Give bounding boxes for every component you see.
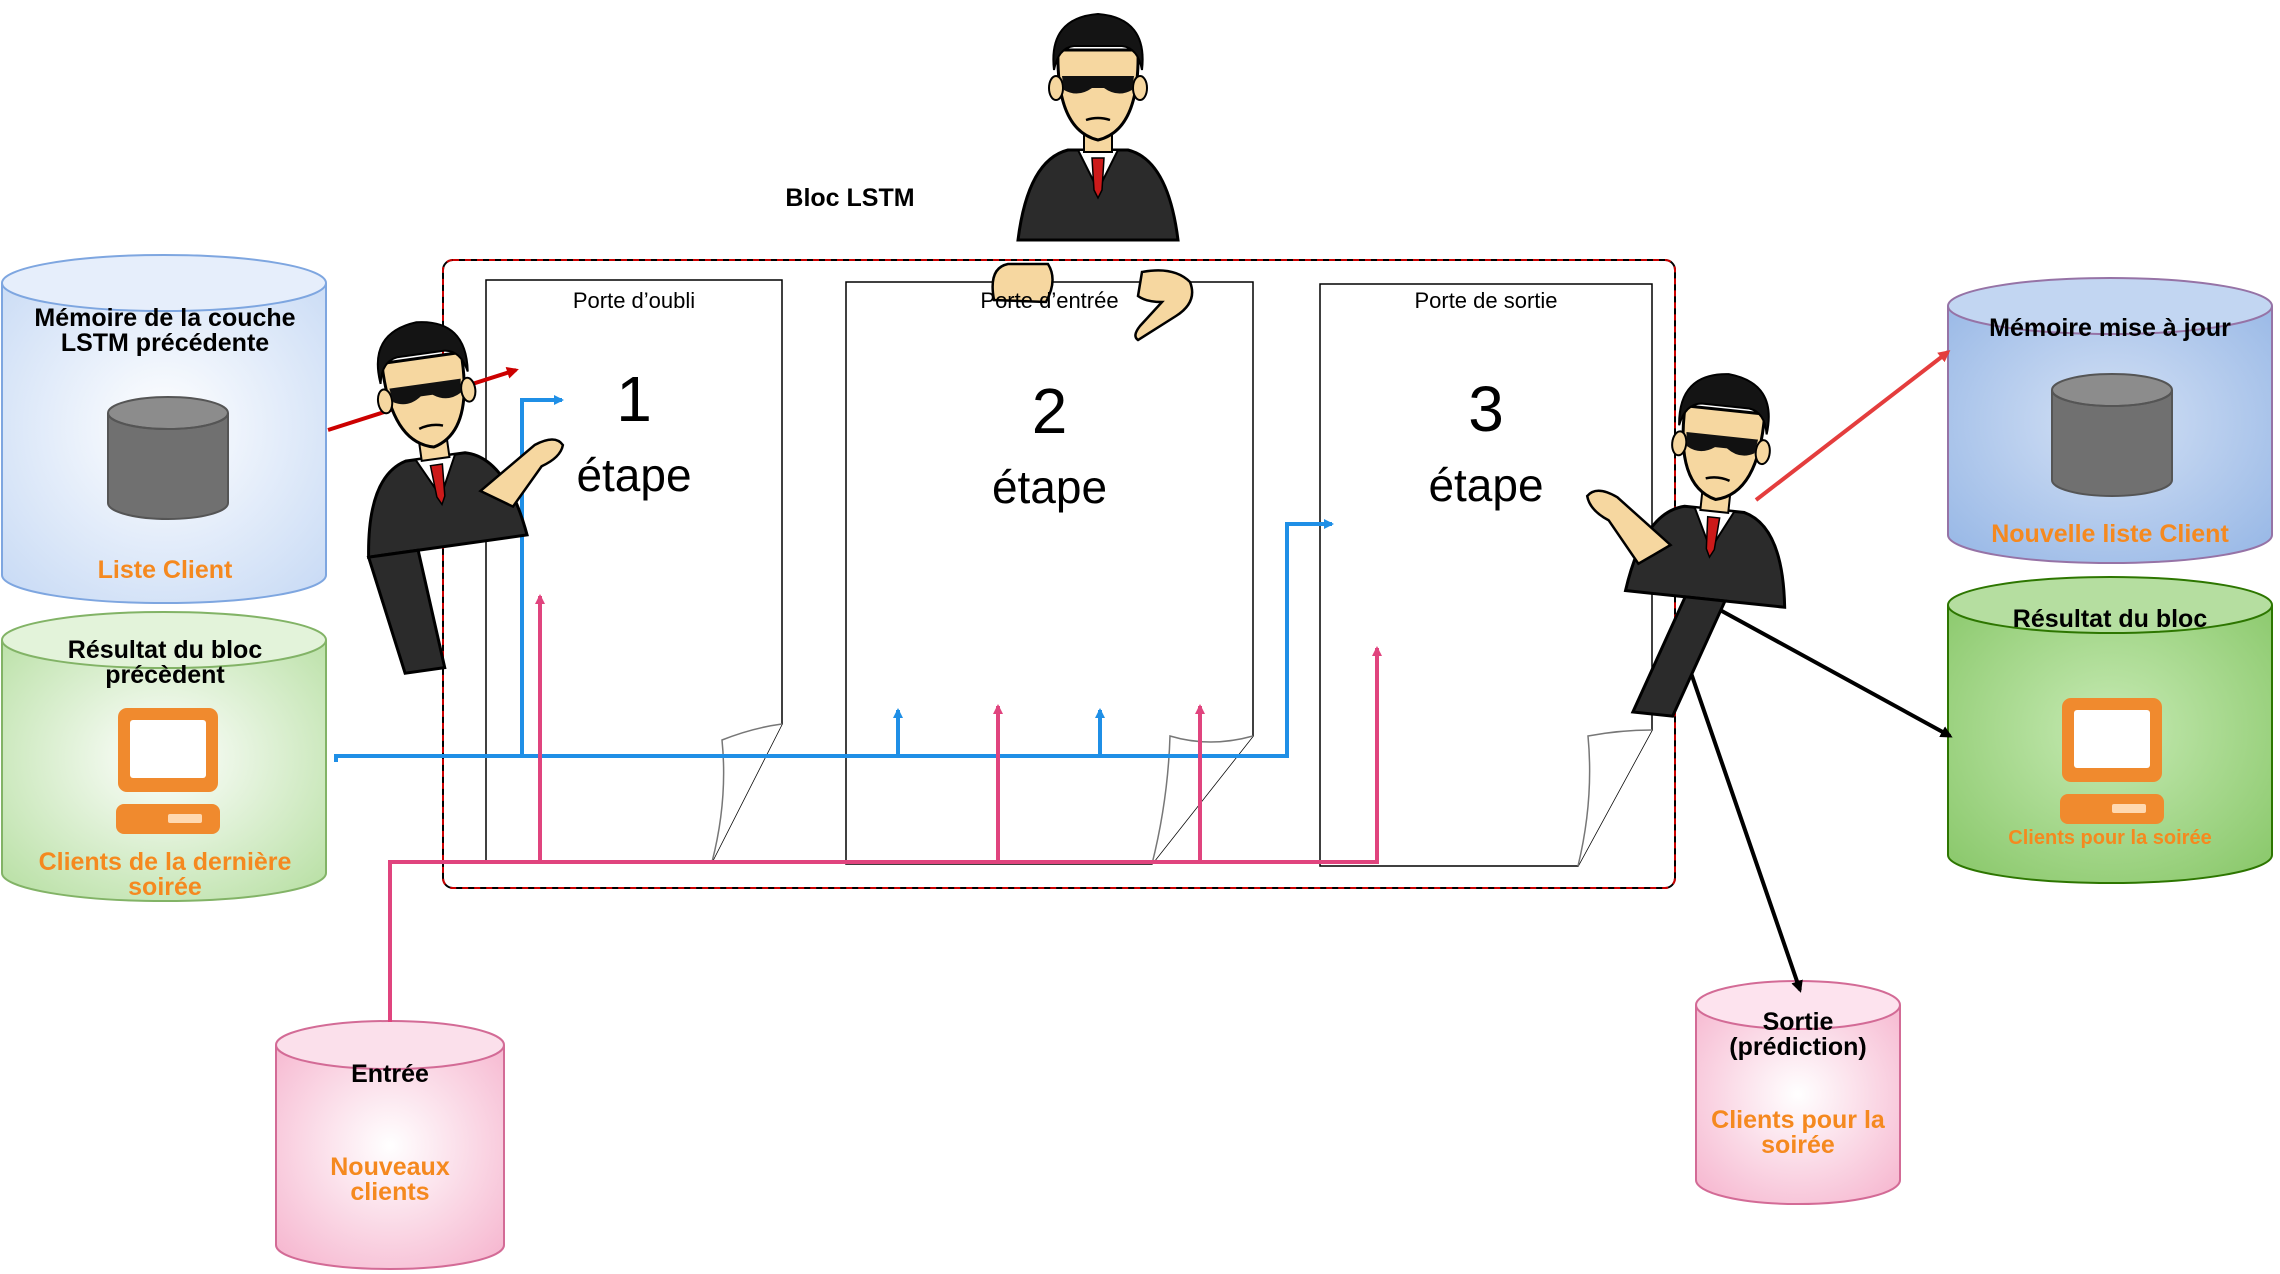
gate-sheet-2 — [845, 281, 1254, 865]
gate-1-label: Porte d’oubli — [572, 288, 696, 313]
block-result-caption: Clients pour la soirée — [2008, 827, 2212, 849]
output-caption: Clients pour la soirée — [1711, 1106, 1885, 1159]
gate-1-step: étape — [576, 449, 692, 501]
gate-3-label: Porte de sortie — [1414, 288, 1558, 313]
prev-memory-title: Mémoire de la couche LSTM précédente — [34, 304, 296, 357]
gate-2-step: étape — [991, 461, 1108, 513]
input-title: Entrée — [351, 1060, 429, 1088]
computer-icon — [116, 708, 220, 834]
gate-3-number: 3 — [1468, 373, 1504, 445]
gate-2-number: 2 — [1031, 375, 1068, 447]
block-result-title: Résultat du bloc — [2012, 605, 2208, 633]
gate-2-label: Porte d’entrée — [980, 288, 1119, 313]
prev-result-title: Résultat du bloc précèdent — [67, 636, 263, 689]
input-cylinder — [275, 1020, 505, 1270]
database-icon — [2051, 373, 2173, 497]
memory-out-arrow — [1754, 350, 1951, 502]
output-title: Sortie (prédiction) — [1729, 1008, 1867, 1061]
prediction-out-arrow — [1688, 669, 1803, 993]
new-memory-caption: Nouvelle liste Client — [1991, 520, 2229, 548]
gate-3-step: étape — [1428, 459, 1544, 511]
gate-1-number: 1 — [616, 363, 652, 435]
new-memory-title: Mémoire mise à jour — [1989, 314, 2231, 342]
prev-memory-caption: Liste Client — [97, 556, 233, 584]
input-caption: Nouveaux clients — [330, 1153, 450, 1206]
result-out-arrow — [1719, 608, 1953, 738]
block-title: Bloc LSTM — [785, 184, 915, 212]
database-icon — [107, 396, 229, 520]
computer-icon — [2060, 698, 2164, 824]
prev-result-caption: Clients de la dernière soirée — [38, 848, 292, 901]
